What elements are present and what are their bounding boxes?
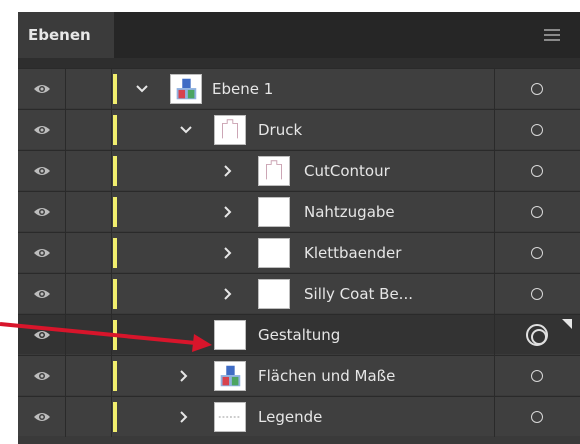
target-cell[interactable] <box>494 110 580 150</box>
layer-color-bar <box>113 74 117 104</box>
layer-color-bar <box>113 320 117 350</box>
layer-name: Ebene 1 <box>212 80 274 98</box>
target-cell[interactable] <box>494 192 580 232</box>
chevron-right-icon[interactable] <box>176 409 192 425</box>
layer-row-legende[interactable]: Legende <box>18 396 580 437</box>
layer-thumbnail <box>214 320 246 350</box>
layer-color-bar <box>113 197 117 227</box>
layer-color-bar <box>113 238 117 268</box>
target-circle-icon <box>531 206 543 218</box>
chevron-right-icon[interactable] <box>220 245 236 261</box>
layer-name: Klettbaender <box>304 244 402 262</box>
lock-toggle[interactable] <box>66 315 112 355</box>
visibility-toggle[interactable] <box>18 192 66 232</box>
eye-icon <box>34 331 50 339</box>
eye-icon <box>34 126 50 134</box>
visibility-toggle[interactable] <box>18 233 66 273</box>
target-circle-icon <box>531 165 543 177</box>
lock-toggle[interactable] <box>66 356 112 396</box>
layer-thumbnail <box>258 279 290 309</box>
target-cell[interactable] <box>494 69 580 109</box>
layer-thumbnail <box>258 238 290 268</box>
chevron-right-icon[interactable] <box>176 368 192 384</box>
chevron-down-icon[interactable] <box>134 81 150 97</box>
chevron-right-icon[interactable] <box>220 204 236 220</box>
target-cell[interactable] <box>494 233 580 273</box>
chevron-right-icon[interactable] <box>220 163 236 179</box>
layers-panel: Ebenen Ebene 1 Druck CutContour Nahtzuga… <box>18 12 580 444</box>
target-cell[interactable] <box>494 274 580 314</box>
chevron-down-icon[interactable] <box>178 122 194 138</box>
eye-icon <box>34 208 50 216</box>
eye-icon <box>34 413 50 421</box>
layer-thumbnail <box>214 402 246 432</box>
target-circle-icon <box>531 411 543 423</box>
target-circle-icon <box>531 124 543 136</box>
layer-color-bar <box>113 402 117 432</box>
layer-row-gestaltung[interactable]: Gestaltung <box>18 314 580 355</box>
layer-name: Silly Coat Be... <box>304 285 413 303</box>
layer-name: Flächen und Maße <box>258 367 396 385</box>
layer-row-flaechen-und-masse[interactable]: Flächen und Maße <box>18 355 580 396</box>
lock-toggle[interactable] <box>66 397 112 437</box>
visibility-toggle[interactable] <box>18 110 66 150</box>
layer-thumbnail <box>258 156 290 186</box>
layer-list: Ebene 1 Druck CutContour Nahtzugabe Klet… <box>18 68 580 444</box>
layer-name: CutContour <box>304 162 390 180</box>
target-cell[interactable] <box>494 151 580 191</box>
visibility-toggle[interactable] <box>18 356 66 396</box>
visibility-toggle[interactable] <box>18 69 66 109</box>
layer-color-bar <box>113 156 117 186</box>
target-selected-icon <box>526 324 548 346</box>
target-circle-icon <box>531 370 543 382</box>
layer-row-klettbaender[interactable]: Klettbaender <box>18 232 580 273</box>
visibility-toggle[interactable] <box>18 315 66 355</box>
tab-ebenen[interactable]: Ebenen <box>18 12 114 58</box>
visibility-toggle[interactable] <box>18 151 66 191</box>
eye-icon <box>34 85 50 93</box>
target-cell[interactable] <box>494 397 580 437</box>
eye-icon <box>34 290 50 298</box>
layer-row-druck[interactable]: Druck <box>18 109 580 150</box>
lock-toggle[interactable] <box>66 274 112 314</box>
target-circle-icon <box>531 83 543 95</box>
layer-color-bar <box>113 361 117 391</box>
target-circle-icon <box>531 247 543 259</box>
layer-name: Nahtzugabe <box>304 203 395 221</box>
lock-toggle[interactable] <box>66 192 112 232</box>
chevron-right-icon[interactable] <box>220 286 236 302</box>
lock-toggle[interactable] <box>66 151 112 191</box>
panel-tab-bar: Ebenen <box>18 12 580 58</box>
lock-toggle[interactable] <box>66 110 112 150</box>
layer-color-bar <box>113 115 117 145</box>
layer-row-ebene-1[interactable]: Ebene 1 <box>18 68 580 109</box>
layer-name: Legende <box>258 408 323 426</box>
layer-thumbnail <box>214 115 246 145</box>
target-circle-icon <box>531 288 543 300</box>
visibility-toggle[interactable] <box>18 397 66 437</box>
hamburger-menu-icon[interactable] <box>544 29 560 41</box>
visibility-toggle[interactable] <box>18 274 66 314</box>
eye-icon <box>34 372 50 380</box>
layer-row-nahtzugabe[interactable]: Nahtzugabe <box>18 191 580 232</box>
layer-row-cutcontour[interactable]: CutContour <box>18 150 580 191</box>
lock-toggle[interactable] <box>66 233 112 273</box>
selection-corner-indicator <box>562 319 572 329</box>
eye-icon <box>34 167 50 175</box>
lock-toggle[interactable] <box>66 69 112 109</box>
eye-icon <box>34 249 50 257</box>
target-cell[interactable] <box>494 315 580 355</box>
layer-row-silly-coat[interactable]: Silly Coat Be... <box>18 273 580 314</box>
layer-name: Gestaltung <box>258 326 341 344</box>
target-cell[interactable] <box>494 356 580 396</box>
layer-thumbnail <box>170 74 202 104</box>
layer-name: Druck <box>258 121 303 139</box>
layer-color-bar <box>113 279 117 309</box>
layer-thumbnail <box>214 361 246 391</box>
layer-thumbnail <box>258 197 290 227</box>
